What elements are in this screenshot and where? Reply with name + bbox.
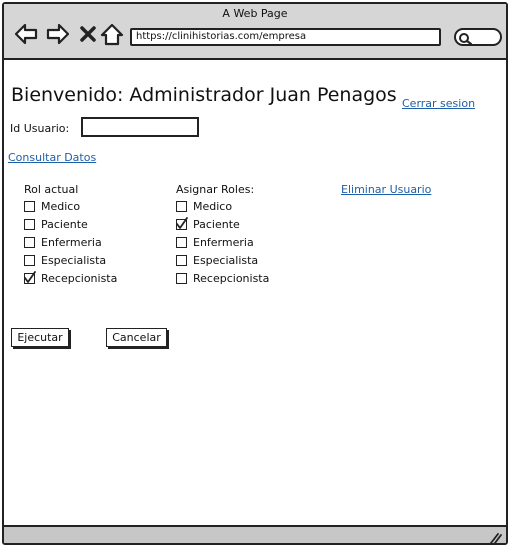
status-bar [4, 525, 506, 544]
consult-data-link[interactable]: Consultar Datos [8, 151, 96, 164]
current-role-recepcionista[interactable]: Recepcionista [24, 270, 118, 285]
search-icon [458, 31, 473, 50]
checkbox-label: Especialista [193, 253, 259, 267]
current-role-medico[interactable]: Medico [24, 199, 80, 213]
checkbox[interactable] [24, 200, 35, 212]
close-icon[interactable] [78, 22, 98, 50]
search-button[interactable] [454, 28, 502, 46]
user-id-label: Id Usuario: [10, 122, 70, 135]
window-title: A Web Page [222, 7, 288, 20]
cancel-button[interactable]: Cancelar [106, 328, 167, 347]
checkbox[interactable] [24, 218, 35, 230]
checkbox-label: Medico [41, 199, 81, 213]
current-role-enfermeria[interactable]: Enfermeria [24, 235, 102, 249]
assign-role-paciente[interactable]: Paciente [176, 216, 240, 231]
checkbox[interactable] [24, 254, 35, 266]
user-id-input[interactable] [81, 117, 199, 137]
checkbox[interactable] [176, 216, 188, 230]
checkbox-label: Enfermeria [41, 235, 102, 249]
browser-toolbar: A Web Page https://clinihistorias.com/em… [4, 4, 506, 60]
current-role-especialista[interactable]: Especialista [24, 253, 106, 267]
check-icon [24, 270, 36, 283]
checkbox[interactable] [24, 236, 35, 248]
checkbox[interactable] [24, 270, 36, 284]
checkbox-label: Paciente [193, 217, 240, 231]
checkbox-label: Especialista [41, 253, 107, 267]
checkbox[interactable] [176, 200, 187, 212]
address-bar[interactable]: https://clinihistorias.com/empresa [130, 28, 441, 46]
checkbox-label: Recepcionista [41, 271, 118, 285]
logout-link[interactable]: Cerrar sesion [402, 97, 475, 110]
check-icon [176, 216, 188, 229]
checkbox-label: Enfermeria [193, 235, 254, 249]
assign-roles-header: Asignar Roles: [176, 183, 255, 196]
assign-role-especialista[interactable]: Especialista [176, 253, 258, 267]
current-role-paciente[interactable]: Paciente [24, 217, 88, 231]
page-title: Bienvenido: Administrador Juan Penagos [11, 84, 397, 106]
delete-user-link[interactable]: Eliminar Usuario [341, 183, 431, 196]
assign-role-recepcionista[interactable]: Recepcionista [176, 271, 269, 285]
checkbox[interactable] [176, 236, 187, 248]
browser-window: A Web Page https://clinihistorias.com/em… [2, 2, 508, 545]
checkbox-label: Medico [193, 199, 233, 213]
home-icon[interactable] [100, 22, 124, 50]
assign-role-medico[interactable]: Medico [176, 199, 232, 213]
checkbox[interactable] [176, 254, 187, 266]
execute-button[interactable]: Ejecutar [11, 328, 69, 347]
resize-grip-icon[interactable] [488, 529, 502, 548]
back-arrow-icon[interactable] [14, 22, 38, 50]
assign-role-enfermeria[interactable]: Enfermeria [176, 235, 254, 249]
checkbox-label: Paciente [41, 217, 88, 231]
checkbox-label: Recepcionista [193, 271, 270, 285]
current-roles-header: Rol actual [24, 183, 79, 196]
forward-arrow-icon[interactable] [46, 22, 70, 50]
checkbox[interactable] [176, 272, 187, 284]
